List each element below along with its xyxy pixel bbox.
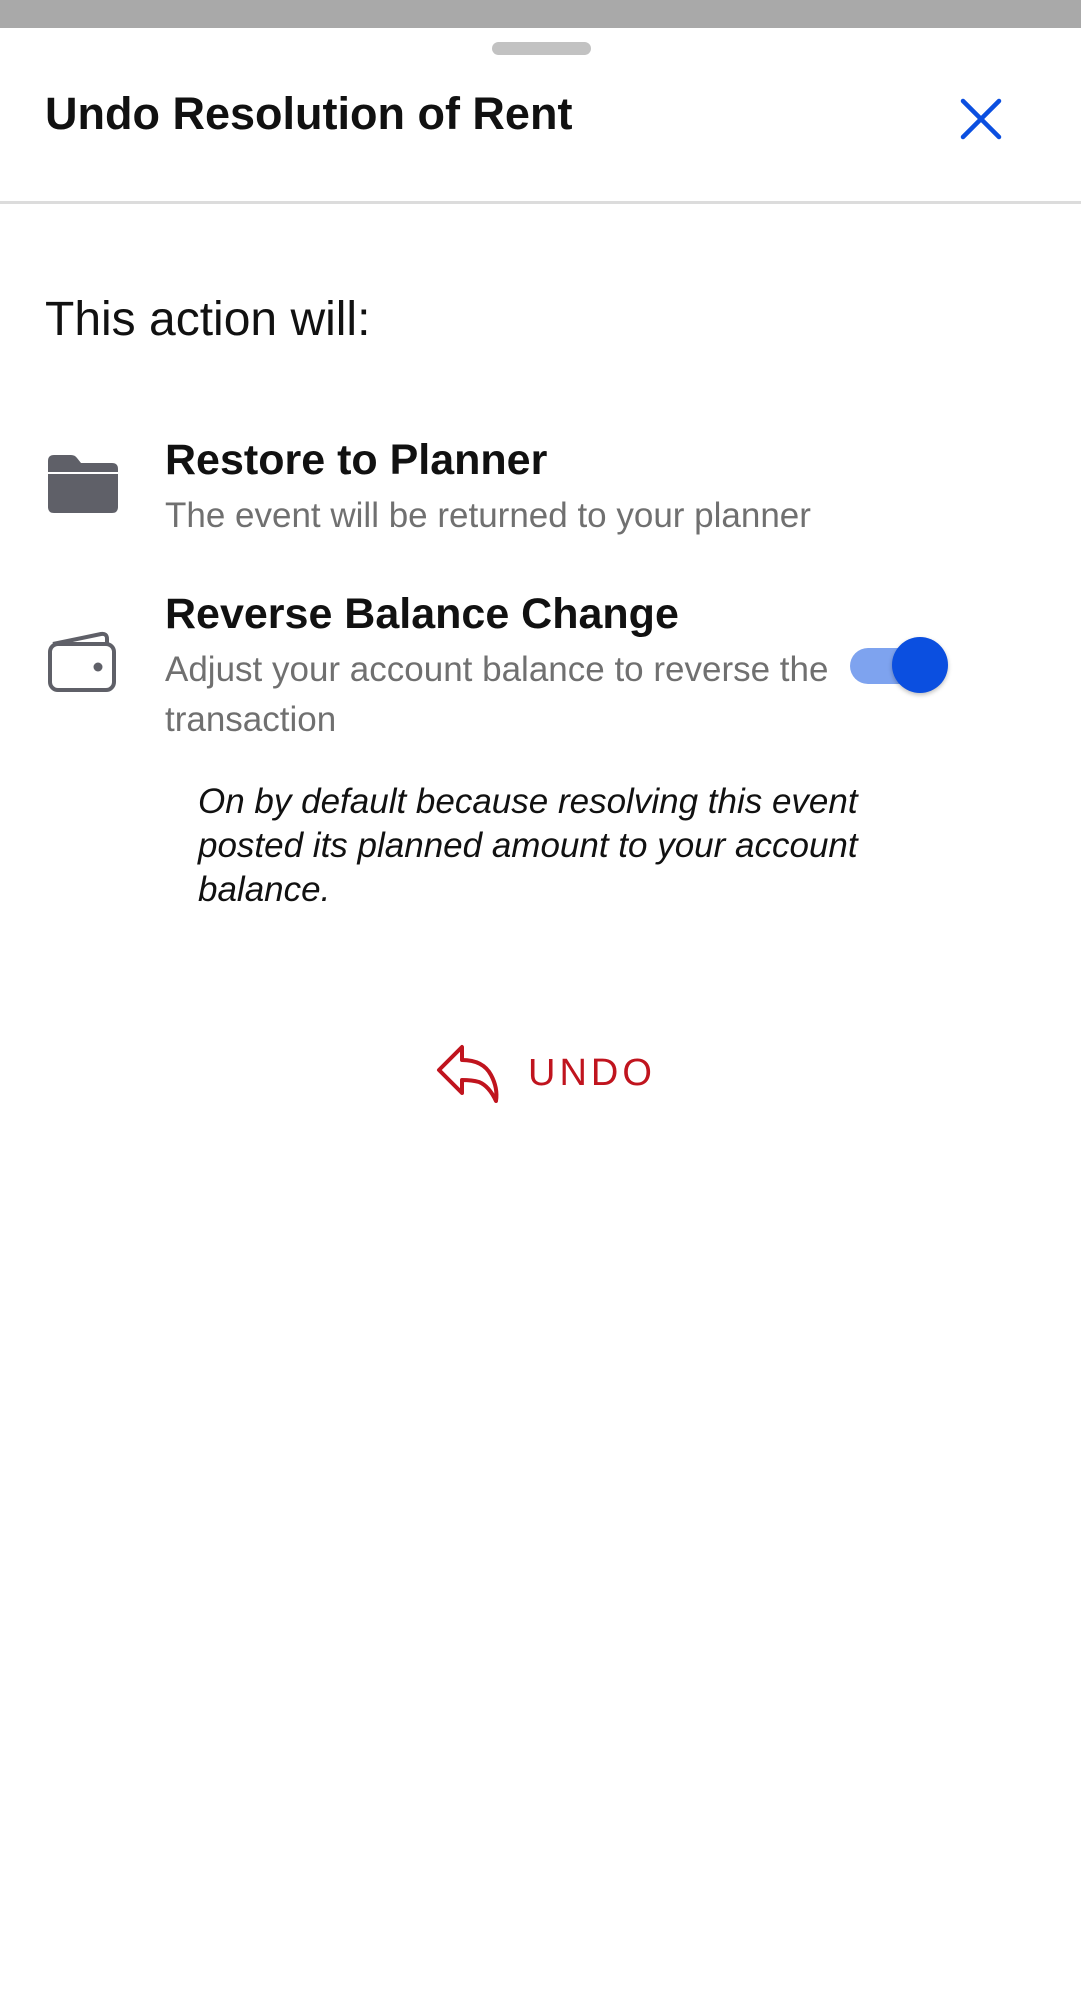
actions-heading: This action will:	[45, 293, 371, 346]
undo-label: UNDO	[528, 1052, 656, 1094]
toggle-knob	[892, 637, 948, 693]
undo-button[interactable]: UNDO	[430, 1040, 660, 1112]
folder-icon	[48, 455, 118, 513]
wallet-icon	[48, 631, 116, 692]
backdrop-strip	[0, 0, 1081, 28]
reverse-balance-toggle[interactable]	[848, 634, 950, 693]
close-icon[interactable]	[953, 91, 1009, 147]
sheet-header: Undo Resolution of Rent	[0, 28, 1081, 204]
reverse-balance-title: Reverse Balance Change	[165, 590, 679, 638]
undo-sheet: Undo Resolution of Rent This action will…	[0, 28, 1081, 1999]
restore-title: Restore to Planner	[165, 436, 548, 484]
sheet-title: Undo Resolution of Rent	[45, 88, 573, 139]
restore-subtitle: The event will be returned to your plann…	[165, 496, 811, 535]
reverse-balance-subtitle: Adjust your account balance to reverse t…	[165, 650, 829, 739]
reverse-balance-note: On by default because resolving this eve…	[198, 782, 858, 909]
undo-arrow-icon	[437, 1045, 499, 1103]
